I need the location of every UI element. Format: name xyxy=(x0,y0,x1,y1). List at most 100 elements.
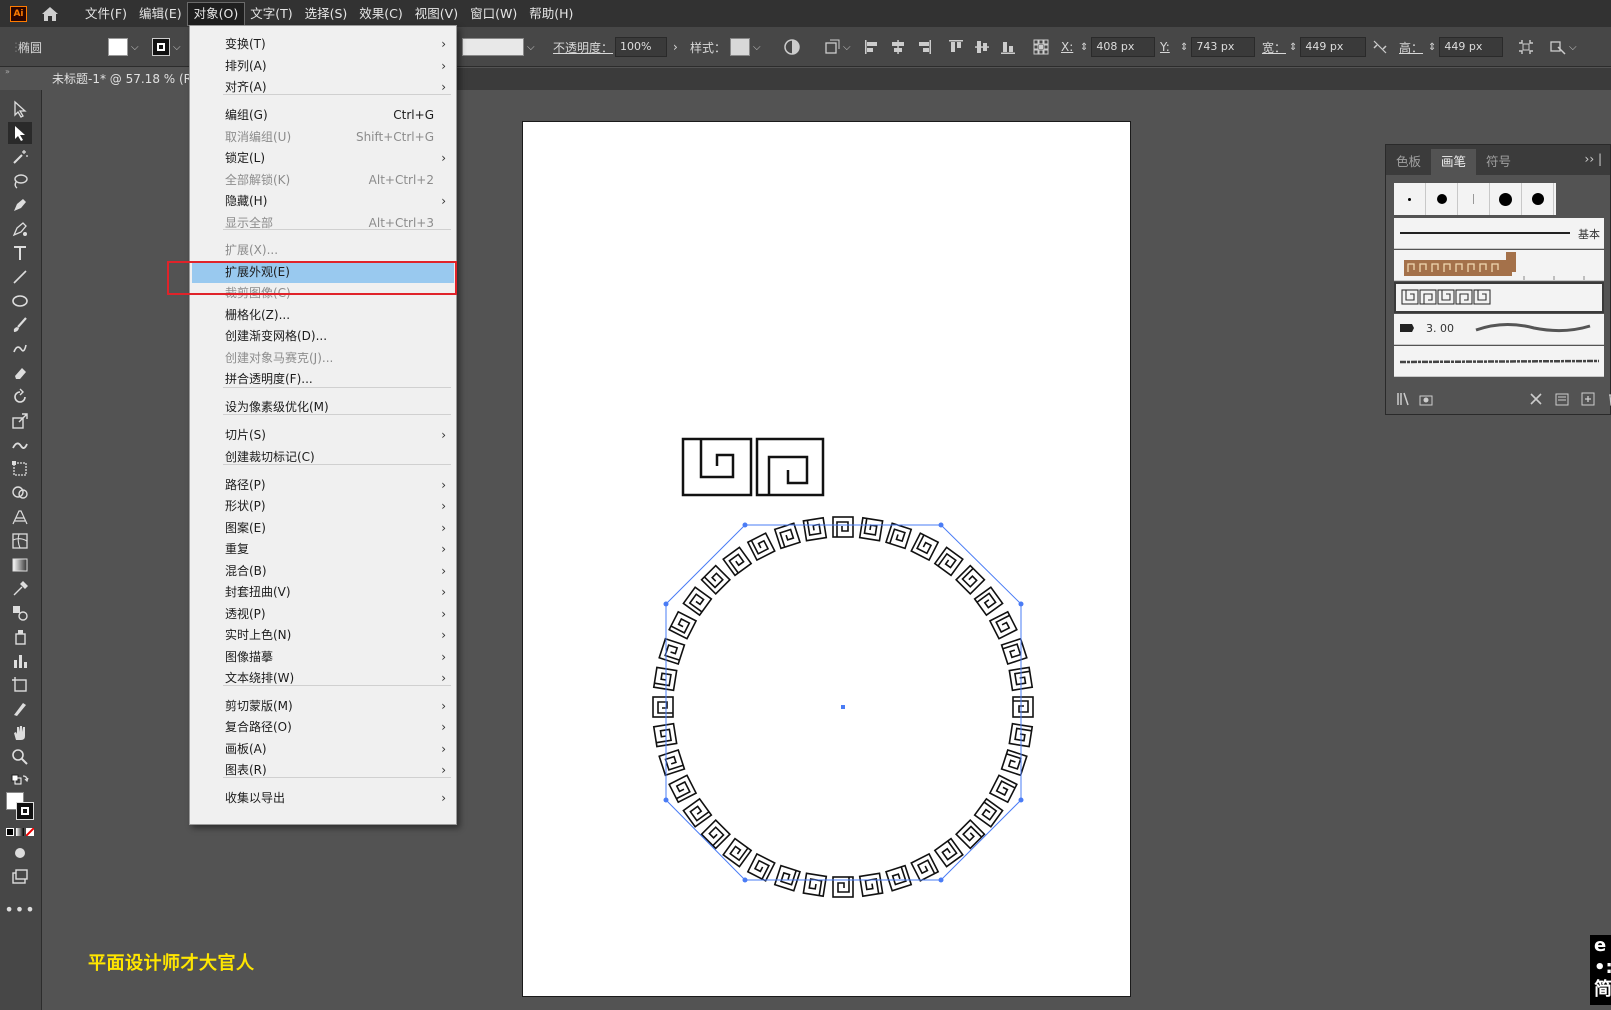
pen-tool-icon[interactable] xyxy=(8,194,32,216)
x-field[interactable]: ⇕ 408 px xyxy=(1080,27,1156,67)
brush-dot-3[interactable] xyxy=(1458,183,1490,215)
fill-swatch[interactable]: ⌵ xyxy=(108,27,139,67)
object-menu-item[interactable]: 形状(P) › xyxy=(192,496,454,517)
height-field[interactable]: ⇕ 449 px xyxy=(1428,27,1504,67)
lasso-tool-icon[interactable] xyxy=(8,170,32,192)
fill-stroke-widget[interactable] xyxy=(6,792,36,822)
eyedropper-tool-icon[interactable] xyxy=(8,578,32,600)
object-menu-item[interactable]: 文本绕排(W) › xyxy=(192,668,454,689)
menu-item[interactable]: 窗口(W) xyxy=(464,3,523,25)
align-top-icon[interactable] xyxy=(948,27,964,67)
object-menu-item[interactable]: 锁定(L) › xyxy=(192,148,454,169)
selection-tool-icon[interactable] xyxy=(8,98,32,120)
color-mode-buttons[interactable] xyxy=(6,828,34,838)
perspective-grid-tool-icon[interactable] xyxy=(8,506,32,528)
menu-item[interactable]: 帮助(H) xyxy=(523,3,579,25)
object-menu-item[interactable]: 收集以导出 › xyxy=(192,788,454,809)
object-menu-item[interactable]: 创建裁切标记(C) xyxy=(192,447,454,468)
brush-art-ink[interactable]: 3. 00 xyxy=(1394,314,1604,345)
object-menu-item[interactable]: 复合路径(O) › xyxy=(192,717,454,738)
brush-options-icon[interactable] xyxy=(1554,391,1570,410)
more-tools-icon[interactable]: ••• xyxy=(4,898,34,920)
document-tab[interactable]: 未标题-1* @ 57.18 % (R xyxy=(42,68,192,90)
remove-brush-stroke-icon[interactable] xyxy=(1528,391,1544,410)
blend-tool-icon[interactable] xyxy=(8,602,32,624)
object-menu-item[interactable]: 透视(P) › xyxy=(192,604,454,625)
object-menu-item[interactable]: 排列(A) › xyxy=(192,56,454,77)
object-menu-item[interactable]: 拼合透明度(F)... xyxy=(192,369,454,390)
swap-colors-icon[interactable] xyxy=(8,772,32,794)
object-menu-item[interactable]: 图表(R) › xyxy=(192,760,454,781)
align-center-h-icon[interactable] xyxy=(890,27,906,67)
mesh-tool-icon[interactable] xyxy=(8,530,32,552)
screen-mode-icon[interactable] xyxy=(8,866,32,888)
crop-icon[interactable] xyxy=(1518,27,1534,67)
free-transform-tool-icon[interactable] xyxy=(8,458,32,480)
symbol-sprayer-tool-icon[interactable] xyxy=(8,626,32,648)
reference-point-icon[interactable] xyxy=(1033,27,1049,67)
shape-builder-tool-icon[interactable] xyxy=(8,482,32,504)
object-menu-item[interactable]: 剪切蒙版(M) › xyxy=(192,696,454,717)
object-menu-item[interactable]: 创建渐变网格(D)... xyxy=(192,326,454,347)
object-menu-item[interactable]: 实时上色(N) › xyxy=(192,625,454,646)
object-menu-item[interactable]: 设为像素级优化(M) xyxy=(192,397,454,418)
align-middle-v-icon[interactable] xyxy=(974,27,990,67)
new-brush-icon[interactable] xyxy=(1580,391,1596,410)
link-proportions-icon[interactable] xyxy=(1372,27,1388,67)
menu-item[interactable]: 视图(V) xyxy=(409,3,464,25)
home-icon[interactable] xyxy=(39,4,61,24)
warp-tool-icon[interactable] xyxy=(8,434,32,456)
object-menu-item[interactable]: 图案(E) › xyxy=(192,518,454,539)
object-menu-item[interactable]: 画板(A) › xyxy=(192,739,454,760)
zoom-tool-icon[interactable] xyxy=(8,746,32,768)
style-swatch[interactable]: ⌵ xyxy=(730,27,761,67)
object-menu-item[interactable]: 切片(S) › xyxy=(192,425,454,446)
brush-dot-2[interactable] xyxy=(1426,183,1458,215)
brush-dot-4[interactable] xyxy=(1490,183,1522,215)
menu-item[interactable]: 选择(S) xyxy=(299,3,354,25)
toolbar-collapse-icon[interactable]: » xyxy=(0,67,42,77)
rotate-tool-icon[interactable] xyxy=(8,386,32,408)
opacity-field[interactable]: 100% › xyxy=(615,27,678,67)
menu-item[interactable]: 效果(C) xyxy=(353,3,408,25)
object-menu-item[interactable]: 全部解锁(K) Alt+Ctrl+2 xyxy=(192,170,454,191)
paintbrush-tool-icon[interactable] xyxy=(8,314,32,336)
object-menu-item[interactable]: 隐藏(H) › xyxy=(192,191,454,212)
menu-item[interactable]: 文件(F) xyxy=(79,3,133,25)
artboard[interactable] xyxy=(522,121,1131,997)
object-menu-item[interactable]: 创建对象马赛克(J)... xyxy=(192,348,454,369)
object-menu-item[interactable]: 对齐(A) › xyxy=(192,77,454,98)
type-tool-icon[interactable] xyxy=(8,242,32,264)
tab-symbols[interactable]: 符号 xyxy=(1476,149,1521,175)
isolate-icon[interactable]: ⌵ xyxy=(1550,27,1577,67)
object-menu-item[interactable]: 封套扭曲(V) › xyxy=(192,582,454,603)
object-menu-item[interactable]: 重复 › xyxy=(192,539,454,560)
align-right-icon[interactable] xyxy=(916,27,932,67)
align-left-icon[interactable] xyxy=(864,27,880,67)
width-field[interactable]: ⇕ 449 px xyxy=(1289,27,1367,67)
eraser-tool-icon[interactable] xyxy=(8,362,32,384)
column-graph-tool-icon[interactable] xyxy=(8,650,32,672)
recolor-icon[interactable] xyxy=(784,27,800,67)
object-menu-item[interactable]: 变换(T) › xyxy=(192,34,454,55)
libraries-panel-icon[interactable] xyxy=(1418,391,1434,410)
artboard-tool-icon[interactable] xyxy=(8,674,32,696)
artwork[interactable] xyxy=(523,122,1130,996)
object-menu-item[interactable]: 混合(B) › xyxy=(192,561,454,582)
object-menu-item[interactable]: 栅格化(Z)... xyxy=(192,305,454,326)
brush-pattern-meander[interactable] xyxy=(1394,282,1604,313)
brush-pattern-bronze[interactable] xyxy=(1394,250,1604,281)
tab-brushes[interactable]: 画笔 xyxy=(1431,149,1477,175)
panel-menu-icon[interactable]: ›› | xyxy=(1585,152,1602,166)
object-menu-item[interactable]: 取消编组(U) Shift+Ctrl+G xyxy=(192,127,454,148)
draw-mode-icon[interactable] xyxy=(8,842,32,864)
brush-dot-5[interactable] xyxy=(1522,183,1554,215)
object-menu-item[interactable]: 图像描摹 › xyxy=(192,647,454,668)
gradient-tool-icon[interactable] xyxy=(8,554,32,576)
menu-item[interactable]: 对象(O) xyxy=(186,1,246,26)
direct-selection-tool-icon[interactable] xyxy=(8,122,32,144)
align-bottom-icon[interactable] xyxy=(1000,27,1016,67)
line-tool-icon[interactable] xyxy=(8,266,32,288)
brush-libraries-icon[interactable] xyxy=(1396,391,1412,410)
scale-tool-icon[interactable] xyxy=(8,410,32,432)
